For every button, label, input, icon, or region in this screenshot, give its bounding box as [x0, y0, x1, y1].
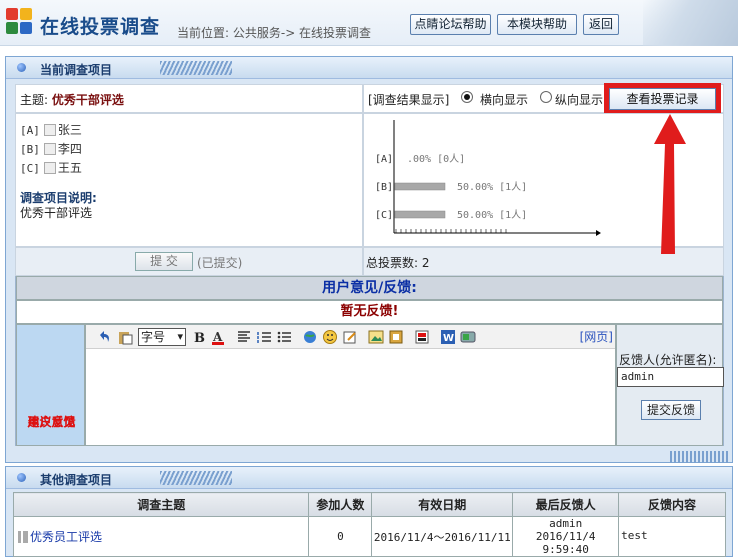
- vote-result-chart: [A] .00% [0人] [B] 50.00% [1人] [C] 50.00% [1人]: [375, 120, 601, 236]
- column-header: 参加人数: [308, 492, 373, 517]
- edit-icon[interactable]: [342, 329, 358, 345]
- submit-feedback-button[interactable]: 提交反馈: [641, 400, 701, 420]
- feedback-title: 用户意见/反馈:: [16, 276, 723, 300]
- annotation-arrow-icon: [654, 114, 686, 254]
- submit-vote-button[interactable]: 提 交: [135, 252, 193, 271]
- decor-stripes-footer: [670, 451, 728, 463]
- option-b[interactable]: [B] 李四: [20, 140, 82, 157]
- bullet-icon: [17, 63, 26, 72]
- chart-category-label: [B]: [375, 182, 393, 193]
- source-icon[interactable]: [460, 329, 476, 345]
- vertical-radio-label: 纵向显示: [555, 93, 604, 107]
- other-survey-table: 调查主题 参加人数 有效日期 最后反馈人 反馈内容 优秀员工评选 0 2016/…: [12, 492, 726, 557]
- vertical-radio[interactable]: [540, 91, 552, 103]
- feedback-side-label: 用户意见 建议反馈: [16, 324, 85, 446]
- total-votes: 总投票数: 2: [366, 256, 430, 270]
- view-votes-button[interactable]: 查看投票记录: [604, 83, 721, 115]
- participant-count: 0: [308, 516, 373, 557]
- svg-text:B: B: [194, 331, 205, 345]
- decor-stripes: [160, 61, 232, 75]
- chart-bar: [394, 210, 446, 219]
- panel-title: 当前调查项目: [40, 63, 113, 77]
- page-header: 在线投票调查 当前位置: 公共服务-> 在线投票调查 点睛论坛帮助 本模块帮助 …: [0, 0, 738, 46]
- column-header: 反馈内容: [618, 492, 726, 517]
- module-help-button[interactable]: 本模块帮助: [497, 14, 577, 35]
- chart-x-arrow-icon: [596, 230, 601, 236]
- chart-data-label: 50.00% [1人]: [457, 209, 527, 221]
- last-time: 2016/11/4 9:59:40: [535, 530, 596, 556]
- text-color-icon[interactable]: A: [210, 329, 226, 345]
- options-cell: [A] 张三 [B] 李四 [C] 王五 调查项目说明: 优秀干部评选: [15, 113, 363, 247]
- description-body: 优秀干部评选: [20, 206, 93, 220]
- submitted-note: (已提交): [197, 256, 243, 270]
- no-feedback-text: 暂无反馈!: [16, 300, 723, 324]
- survey-topic-link[interactable]: 优秀员工评选: [12, 516, 310, 557]
- chart-data-label: 50.00% [1人]: [457, 181, 527, 193]
- table-header-row: 调查主题 参加人数 有效日期 最后反馈人 反馈内容: [12, 492, 726, 517]
- feedback-content: test: [618, 516, 726, 557]
- app-title: 在线投票调查: [40, 16, 161, 38]
- emoticon-icon[interactable]: [322, 329, 338, 345]
- checkbox-icon[interactable]: [43, 162, 56, 174]
- display-label: [调查结果显示]: [368, 93, 450, 107]
- breadcrumb: 当前位置: 公共服务-> 在线投票调查: [177, 26, 372, 40]
- image-icon[interactable]: [368, 329, 384, 345]
- chart-bar: [394, 182, 446, 191]
- word-icon[interactable]: W: [440, 329, 456, 345]
- editor-toolbar: 字号 B A W [网页]: [86, 325, 615, 349]
- bullet-icon: [17, 473, 26, 482]
- unordered-list-icon[interactable]: [276, 329, 292, 345]
- bold-icon[interactable]: B: [191, 329, 207, 345]
- media-icon[interactable]: [414, 329, 430, 345]
- svg-text:W: W: [443, 333, 454, 344]
- feedback-user-input[interactable]: admin: [617, 367, 724, 387]
- handshake-banner-icon: [643, 0, 738, 46]
- topic-label: 主题: 优秀干部评选: [20, 93, 124, 107]
- app-logo-icon: [6, 8, 34, 36]
- feedback-user-area: 反馈人(允许匿名): admin 提交反馈: [616, 324, 724, 446]
- topic-name: 优秀干部评选: [51, 93, 124, 107]
- table-row: 优秀员工评选 0 2016/11/4～2016/11/11 admin 2016/…: [12, 516, 726, 557]
- svg-text:A: A: [212, 330, 223, 344]
- undo-icon[interactable]: [96, 329, 112, 345]
- back-button[interactable]: 返回: [583, 14, 619, 35]
- ordered-list-icon[interactable]: [256, 329, 272, 345]
- horizontal-radio-label: 横向显示: [480, 93, 529, 107]
- web-tab[interactable]: [网页]: [580, 328, 613, 345]
- attachment-icon[interactable]: [388, 329, 404, 345]
- option-a[interactable]: [A] 张三: [20, 121, 82, 138]
- feedback-editor[interactable]: 字号 B A W [网页]: [85, 324, 616, 446]
- column-header: 有效日期: [371, 492, 514, 517]
- view-votes-label: 查看投票记录: [609, 88, 716, 110]
- panel-title: 其他调查项目: [40, 473, 113, 487]
- other-survey-header: 其他调查项目: [6, 467, 732, 489]
- last-user: admin: [549, 517, 583, 530]
- last-feedback: admin 2016/11/4 9:59:40: [512, 516, 620, 557]
- checkbox-icon[interactable]: [43, 124, 56, 136]
- checkbox-icon[interactable]: [43, 143, 56, 155]
- forum-help-button[interactable]: 点睛论坛帮助: [410, 14, 491, 35]
- topic-cell: 主题: 优秀干部评选: [15, 84, 363, 113]
- feedback-user-label: 反馈人(允许匿名):: [619, 353, 717, 367]
- current-survey-header: 当前调查项目: [6, 57, 732, 79]
- decor-stripes: [160, 471, 232, 485]
- horizontal-radio[interactable]: [461, 91, 473, 103]
- valid-dates: 2016/11/4～2016/11/11: [371, 516, 514, 557]
- chart-category-label: [A]: [375, 154, 393, 165]
- align-icon[interactable]: [236, 329, 252, 345]
- column-header: 最后反馈人: [512, 492, 620, 517]
- chart-icon: [18, 531, 28, 543]
- link-icon[interactable]: [302, 329, 318, 345]
- column-header: 调查主题: [12, 492, 310, 517]
- font-size-select[interactable]: 字号: [138, 328, 186, 346]
- option-c[interactable]: [C] 王五: [20, 159, 82, 176]
- paste-icon[interactable]: [117, 329, 133, 345]
- chart-category-label: [C]: [375, 210, 393, 221]
- chart-data-label: .00% [0人]: [407, 153, 465, 165]
